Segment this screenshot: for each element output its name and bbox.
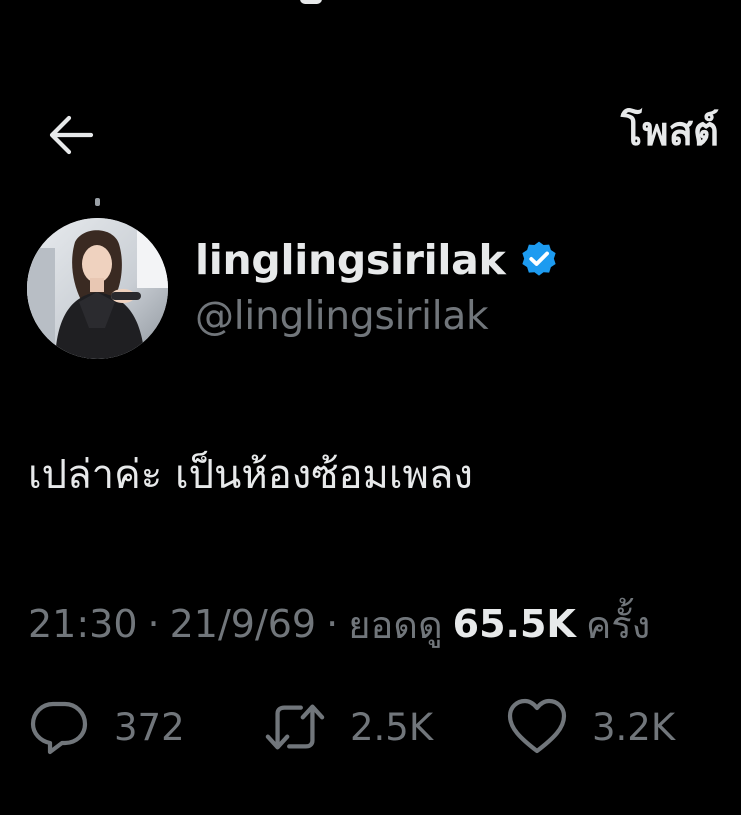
verified-badge-icon (518, 239, 560, 281)
post-header: โพสต์ (0, 92, 741, 176)
meta-separator: · (147, 602, 160, 646)
views-label: ยอดดู (348, 602, 443, 647)
repost-button[interactable]: 2.5K (264, 692, 433, 762)
back-button[interactable] (38, 102, 104, 168)
like-count: 3.2K (592, 705, 676, 749)
views-count[interactable]: 65.5K (453, 602, 576, 646)
avatar[interactable] (27, 218, 168, 359)
reply-icon (28, 696, 90, 758)
post-page: โพสต์ linglingsirilak @linglingsirilak เ… (0, 0, 741, 815)
post-meta: 21:30 · 21/9/69 · ยอดดู 65.5K ครั้ง (28, 594, 728, 654)
author-block: linglingsirilak @linglingsirilak (27, 218, 727, 363)
thread-dot (95, 198, 100, 206)
status-indicator (300, 0, 322, 4)
post-time[interactable]: 21:30 (28, 602, 138, 646)
display-name-row[interactable]: linglingsirilak (195, 230, 560, 290)
avatar-photo (27, 218, 168, 359)
like-button[interactable]: 3.2K (506, 692, 675, 762)
meta-separator: · (326, 602, 339, 646)
page-title: โพสต์ (620, 109, 719, 155)
heart-icon (506, 696, 568, 758)
action-bar: 372 2.5K 3.2K (28, 692, 728, 762)
repost-count: 2.5K (350, 705, 434, 749)
back-arrow-icon (49, 115, 94, 155)
reply-count: 372 (114, 705, 185, 749)
display-name: linglingsirilak (195, 236, 506, 284)
user-handle[interactable]: @linglingsirilak (195, 294, 489, 339)
views-suffix: ครั้ง (585, 602, 651, 647)
reply-button[interactable]: 372 (28, 692, 185, 762)
repost-icon (264, 696, 326, 758)
post-text: เปล่าค่ะ เป็นห้องซ้อมเพลง (28, 452, 473, 498)
post-date[interactable]: 21/9/69 (170, 602, 317, 646)
